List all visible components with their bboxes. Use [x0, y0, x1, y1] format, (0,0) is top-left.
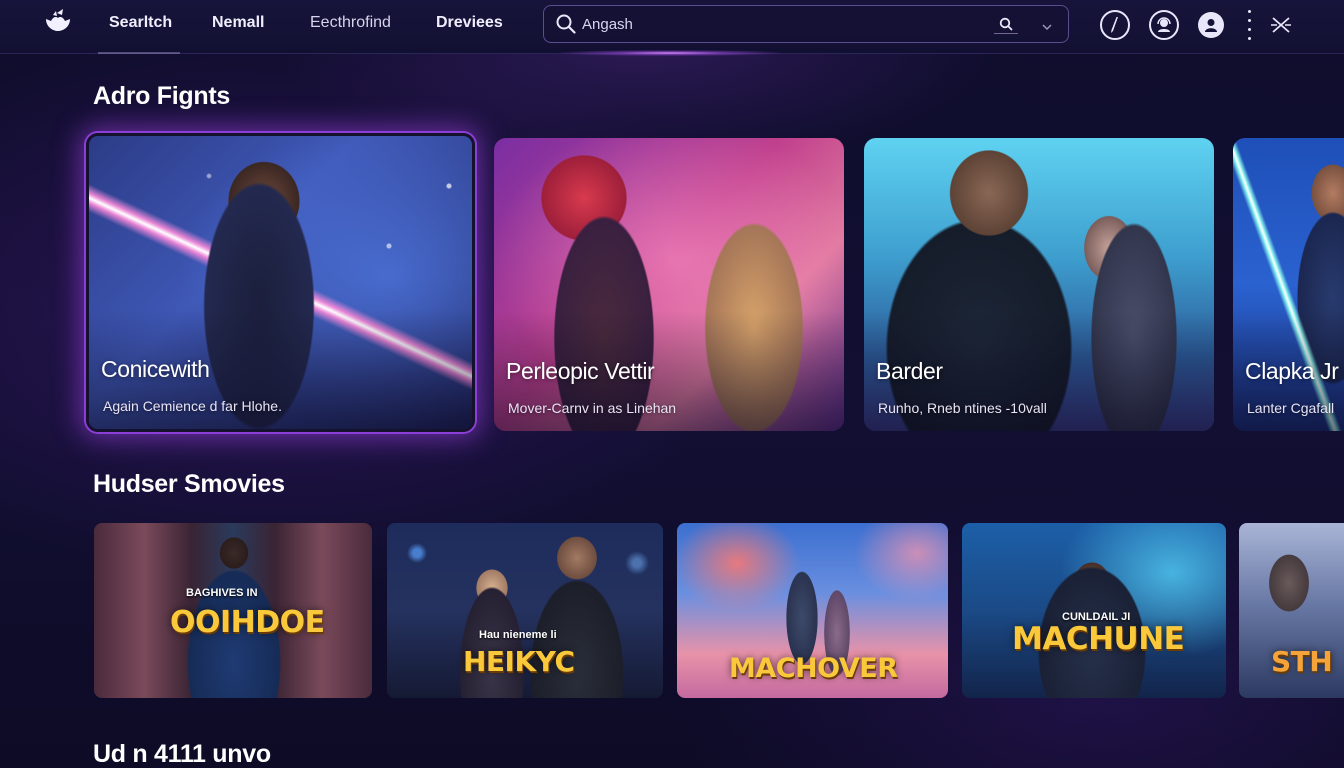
movie-poster[interactable]: MACHOVER [677, 523, 948, 698]
edit-icon[interactable] [1100, 10, 1130, 40]
headset-icon[interactable] [1149, 10, 1179, 40]
search-submit-icon[interactable] [994, 14, 1018, 34]
search-glow [560, 50, 780, 56]
close-icon[interactable] [1266, 10, 1296, 40]
search-bar[interactable] [543, 5, 1069, 43]
profile-icon[interactable] [1198, 12, 1224, 38]
section-title-featured: Adro Fignts [93, 82, 230, 110]
top-navigation-bar: Searltch Nemall Eecthrofind Dreviees [0, 0, 1344, 56]
poster-kicker: Hau nieneme li [479, 629, 557, 641]
feature-card[interactable]: Clapka Jr Lanter Cgafall [1233, 138, 1344, 431]
poster-title: STH [1271, 645, 1333, 678]
search-input[interactable] [582, 14, 962, 34]
movie-poster[interactable]: CUNLDAIL JI MACHUNE [962, 523, 1226, 698]
movie-poster[interactable]: STH [1239, 523, 1344, 698]
poster-kicker: BAGHIVES IN [186, 587, 258, 599]
feature-card-subtitle: Again Cemience d far Hlohe. [103, 398, 282, 414]
nav-item-eecthrofind[interactable]: Eecthrofind [310, 14, 391, 36]
active-nav-indicator [98, 52, 180, 54]
feature-card[interactable]: Conicewith Again Cemience d far Hlohe. [86, 133, 475, 432]
feature-card-title: Clapka Jr [1245, 358, 1339, 384]
chevron-down-icon[interactable] [1041, 18, 1053, 36]
poster-title: HEIKYC [463, 645, 575, 678]
poster-title: MACHOVER [729, 653, 898, 684]
feature-card-subtitle: Mover-Carnv in as Linehan [508, 400, 677, 416]
search-icon [556, 14, 576, 39]
nav-item-search[interactable]: Searltch [109, 14, 172, 36]
feature-card-subtitle: Runho, Rneb ntines -10vall [878, 400, 1047, 416]
movie-poster[interactable]: Hau nieneme li HEIKYC [387, 523, 663, 698]
feature-card[interactable]: Perleopic Vettir Mover-Carnv in as Lineh… [494, 138, 844, 431]
more-icon[interactable] [1246, 10, 1252, 40]
feature-card-title: Conicewith [101, 356, 210, 382]
poster-title: OOIHDOE [170, 605, 325, 640]
section-title-movies: Hudser Smovies [93, 470, 285, 498]
nav-item-nemall[interactable]: Nemall [212, 14, 264, 36]
logo-icon[interactable] [42, 8, 74, 34]
feature-card[interactable]: Barder Runho, Rneb ntines -10vall [864, 138, 1214, 431]
feature-card-title: Barder [876, 358, 943, 384]
movie-poster[interactable]: BAGHIVES IN OOIHDOE [94, 523, 372, 698]
poster-title: MACHUNE [1012, 621, 1185, 657]
feature-card-subtitle: Lanter Cgafall [1247, 400, 1335, 416]
section-title-next: Ud n 4111 unvo [93, 740, 271, 768]
nav-item-dreviees[interactable]: Dreviees [436, 14, 503, 36]
feature-card-title: Perleopic Vettir [506, 358, 655, 384]
